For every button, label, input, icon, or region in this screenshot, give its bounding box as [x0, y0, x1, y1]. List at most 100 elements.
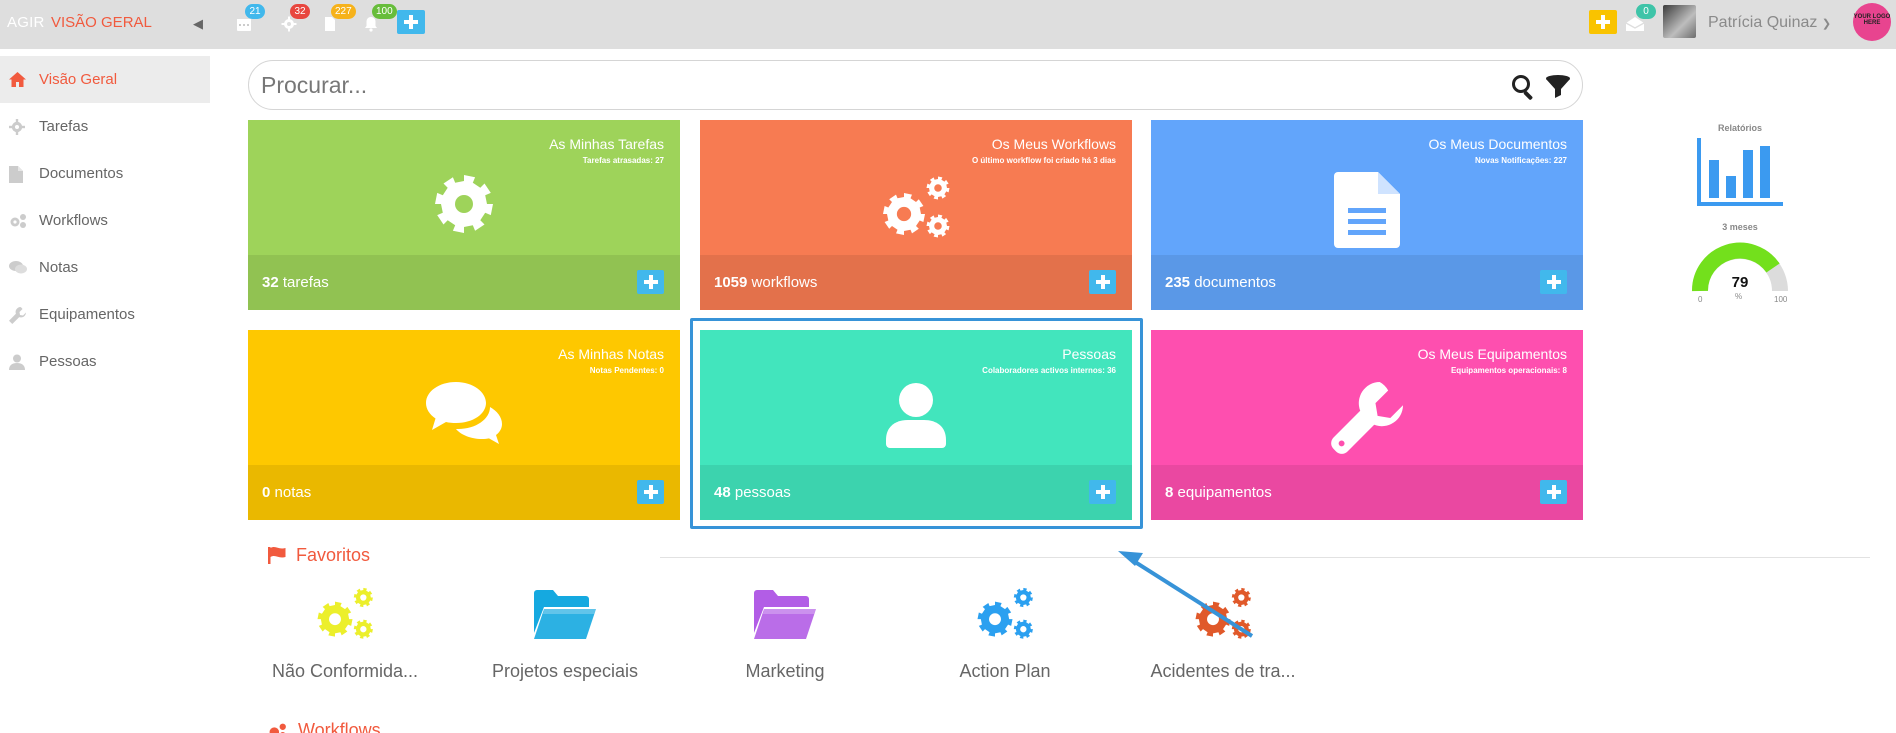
chevron-down-icon: ❯: [1821, 18, 1832, 30]
tile-subtitle: Novas Notificações: 227: [1474, 156, 1567, 165]
notifications-badge: 100: [372, 4, 397, 19]
page-title: VISÃO GERAL: [51, 14, 152, 31]
favorite-item[interactable]: Acidentes de tra...: [1123, 582, 1323, 682]
comments-icon: [426, 382, 502, 444]
favorites-heading: Favoritos: [268, 545, 370, 566]
tile-count: 0 notas: [262, 484, 312, 501]
gauge-value: 79: [1731, 274, 1749, 291]
sidebar-item-label: Notas: [39, 259, 79, 276]
plus-icon: [1546, 275, 1561, 289]
workflows-heading: Workflows: [268, 720, 381, 733]
filter-icon[interactable]: [1545, 74, 1571, 100]
messages-button[interactable]: 0: [1621, 4, 1656, 39]
notifications-button[interactable]: 100: [359, 4, 397, 39]
tile-title: Os Meus Workflows: [991, 136, 1116, 152]
favorite-item[interactable]: Não Conformida...: [245, 582, 445, 682]
favorite-label: Marketing: [745, 661, 825, 681]
sidebar-item-label: Equipamentos: [39, 306, 135, 323]
reports-label: Relatórios: [1717, 123, 1762, 133]
app-root: AGIR VISÃO GERAL ◀ 21 32 227 100 0 Patrí…: [0, 0, 1896, 733]
tile-count: 8 equipamentos: [1165, 484, 1272, 501]
tile-title: Os Meus Documentos: [1428, 136, 1568, 152]
plus-icon: [404, 15, 418, 29]
sidebar-item-visao-geral[interactable]: Visão Geral: [0, 56, 210, 103]
tile-title: As Minhas Notas: [558, 346, 664, 362]
tile-subtitle: O último workflow foi criado há 3 dias: [971, 156, 1116, 165]
favorites-title: Favoritos: [296, 545, 371, 565]
document-icon: [9, 166, 23, 183]
gears-icon: [317, 587, 373, 639]
tile-subtitle: Tarefas atrasadas: 27: [582, 156, 664, 165]
wrench-icon: [9, 307, 26, 324]
gears-icon: [977, 587, 1033, 639]
divider: [660, 557, 1870, 558]
collapse-sidebar-icon[interactable]: ◀: [193, 16, 203, 32]
sidebar-item-notas[interactable]: Notas: [0, 244, 210, 291]
tile-count: 1059 workflows: [714, 274, 818, 291]
add-document-button[interactable]: [1540, 270, 1567, 294]
favorite-item[interactable]: Projetos especiais: [465, 582, 665, 682]
gears-icon: [10, 214, 26, 228]
documents-badge: 227: [331, 4, 356, 19]
sidebar-item-tarefas[interactable]: Tarefas: [0, 103, 210, 150]
period-label: 3 meses: [1722, 222, 1758, 232]
flag-icon: [268, 547, 286, 564]
tasks-button[interactable]: 32: [277, 4, 310, 39]
plus-icon: [1596, 15, 1610, 29]
search-icon[interactable]: [1511, 74, 1537, 100]
sidebar-item-documentos[interactable]: Documentos: [0, 150, 210, 197]
tile-count: 32 tarefas: [262, 274, 329, 291]
sidebar-item-equipamentos[interactable]: Equipamentos: [0, 291, 210, 338]
tile-title: Os Meus Equipamentos: [1417, 346, 1567, 362]
tile-subtitle: Equipamentos operacionais: 8: [1450, 366, 1567, 375]
avatar[interactable]: [1663, 5, 1696, 38]
search-input[interactable]: [261, 69, 1481, 101]
brand-name[interactable]: AGIR: [7, 14, 44, 31]
calendar-button[interactable]: 21: [232, 4, 265, 39]
sidebar-item-pessoas[interactable]: Pessoas: [0, 338, 210, 385]
gears-icon: [269, 723, 286, 733]
gear-icon: [435, 175, 493, 233]
gauge-unit: %: [1735, 292, 1743, 301]
tile-documentos[interactable]: Os Meus Documentos Novas Notificações: 2…: [1151, 120, 1583, 310]
tile-notas[interactable]: As Minhas Notas Notas Pendentes: 0 0 not…: [248, 330, 680, 520]
quick-add-button[interactable]: [397, 10, 425, 34]
tile-title: As Minhas Tarefas: [549, 136, 664, 152]
plus-icon: [643, 485, 658, 499]
plus-icon: [1546, 485, 1561, 499]
sidebar-item-label: Documentos: [39, 165, 124, 182]
tile-tarefas[interactable]: As Minhas Tarefas Tarefas atrasadas: 27 …: [248, 120, 680, 310]
favorite-item[interactable]: Action Plan: [905, 582, 1105, 682]
add-workflow-button[interactable]: [1089, 270, 1116, 294]
user-menu[interactable]: Patrícia Quinaz ❯: [1708, 14, 1831, 32]
gauge-max: 100: [1774, 295, 1788, 304]
favorite-label: Não Conformida...: [271, 661, 419, 681]
user-icon: [9, 354, 25, 370]
bar-chart-icon[interactable]: [1696, 138, 1784, 208]
tile-equipamentos[interactable]: Os Meus Equipamentos Equipamentos operac…: [1151, 330, 1583, 520]
tile-subtitle: Notas Pendentes: 0: [589, 366, 664, 375]
folder-open-icon: [754, 590, 816, 639]
search-bar: [248, 60, 1583, 110]
wrench-icon: [1331, 382, 1403, 454]
gears-icon: [1195, 587, 1251, 639]
documents-button[interactable]: 227: [318, 4, 356, 39]
sidebar-item-label: Pessoas: [39, 353, 97, 370]
tile-workflows[interactable]: Os Meus Workflows O último workflow foi …: [700, 120, 1132, 310]
create-button[interactable]: [1589, 10, 1617, 34]
sidebar: Visão Geral Tarefas Documentos Workflows…: [0, 56, 210, 385]
messages-badge: 0: [1636, 4, 1656, 19]
favorite-label: Acidentes de tra...: [1150, 661, 1296, 681]
favorite-item[interactable]: Marketing: [685, 582, 885, 682]
sidebar-item-label: Workflows: [39, 212, 108, 229]
calendar-badge: 21: [245, 4, 265, 19]
sidebar-item-workflows[interactable]: Workflows: [0, 197, 210, 244]
tile-count: 235 documentos: [1165, 274, 1276, 291]
highlight-box: [690, 318, 1143, 529]
tasks-badge: 32: [290, 4, 310, 19]
gauge-min: 0: [1698, 295, 1703, 304]
add-task-button[interactable]: [637, 270, 664, 294]
add-note-button[interactable]: [637, 480, 664, 504]
add-equipment-button[interactable]: [1540, 480, 1567, 504]
home-icon: [9, 72, 26, 87]
